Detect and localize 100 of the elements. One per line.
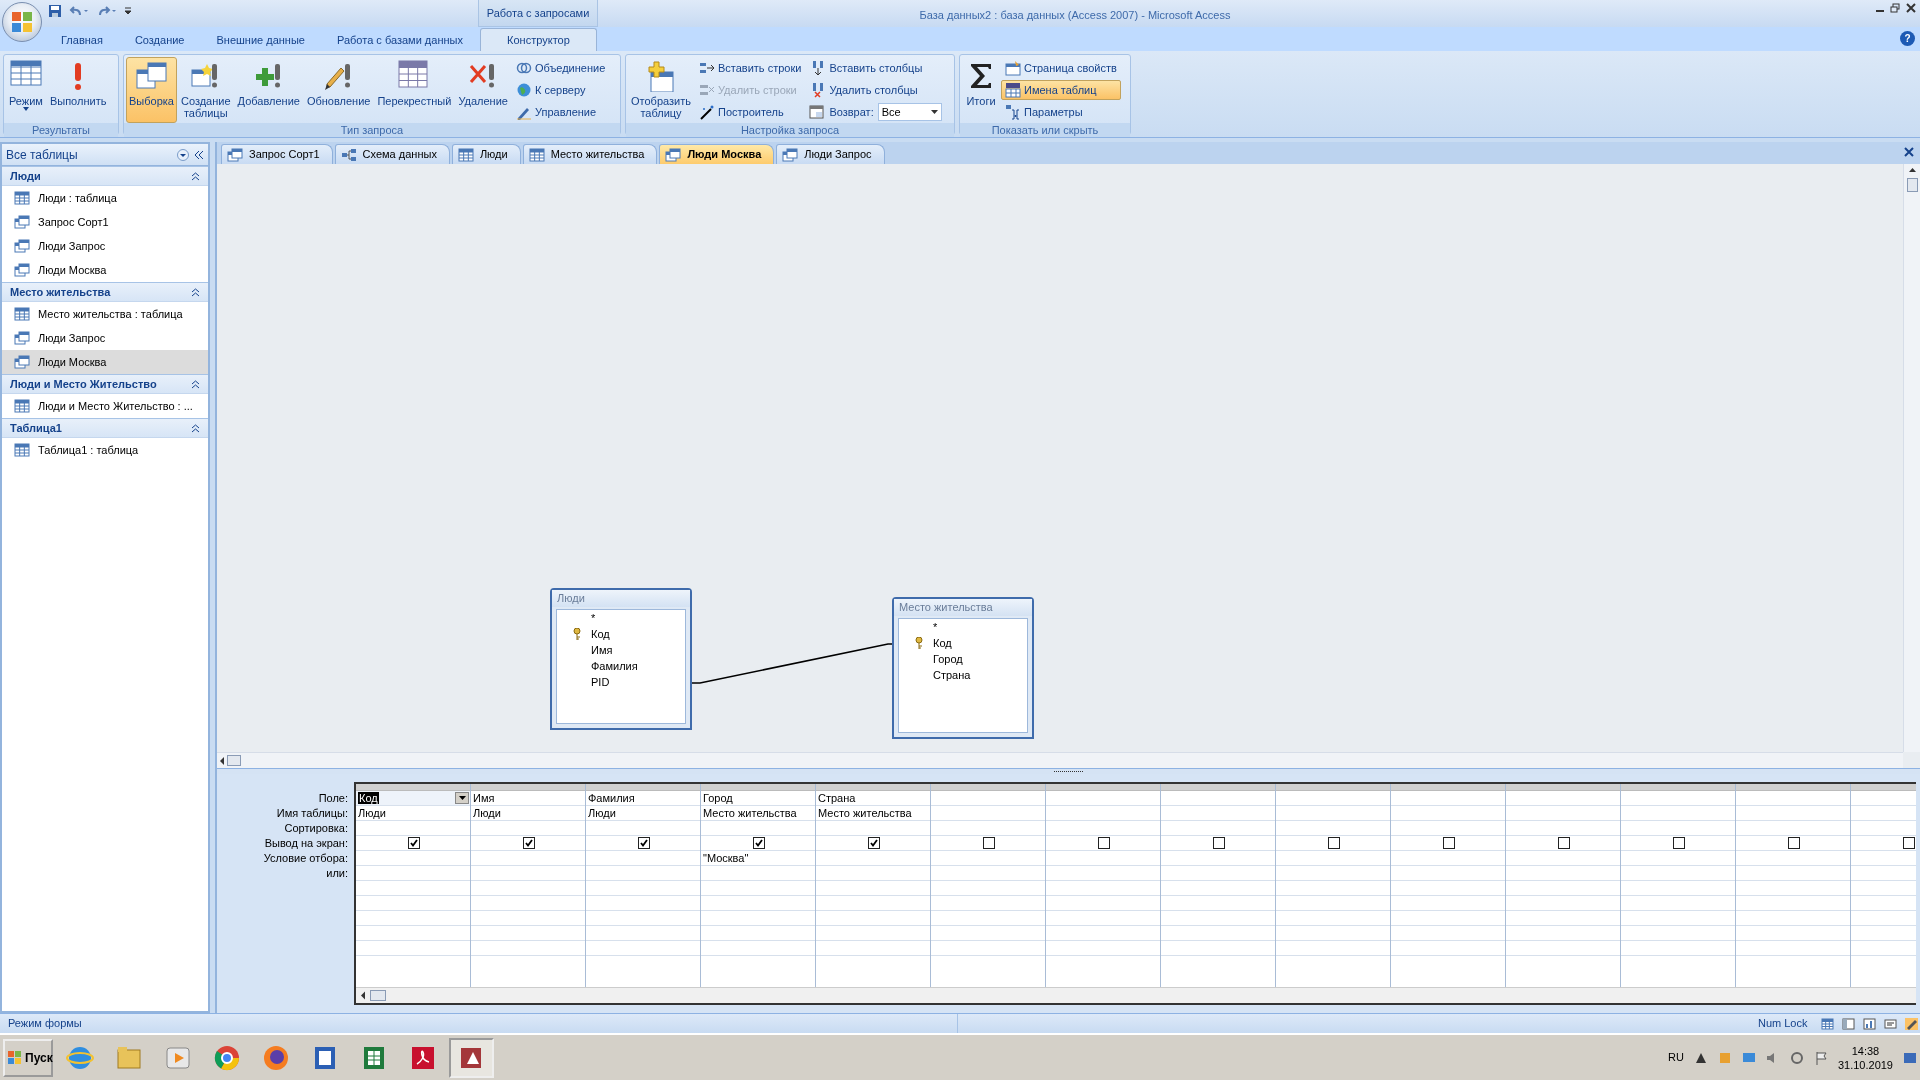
ribbon-button[interactable]: Объединение (511, 58, 610, 78)
horizontal-scrollbar[interactable] (217, 752, 1903, 768)
checkbox[interactable] (1213, 837, 1225, 849)
column-selector[interactable] (1736, 784, 1850, 791)
ribbon-button[interactable]: Построитель (694, 102, 806, 122)
checkbox[interactable] (638, 837, 650, 849)
grid-cell: Место жительства (816, 806, 930, 821)
column-selector[interactable] (356, 784, 470, 791)
vertical-scrollbar[interactable] (1903, 164, 1920, 752)
ribbon-button[interactable]: Создание таблицы (177, 57, 234, 123)
ribbon-button[interactable]: Имена таблиц (1001, 80, 1121, 100)
ribbon-button[interactable]: Вставить строки (694, 58, 806, 78)
checkbox[interactable] (868, 837, 880, 849)
checkbox[interactable] (1328, 837, 1340, 849)
field-name[interactable]: * (591, 609, 596, 627)
group-header[interactable]: Место жительства (2, 282, 208, 302)
collapse-icon (191, 379, 200, 389)
checkbox[interactable] (983, 837, 995, 849)
field-cell[interactable]: Имя (471, 791, 585, 806)
checkbox[interactable] (753, 837, 765, 849)
scroll-thumb (370, 990, 386, 1001)
document-tab[interactable]: Люди Москва (659, 144, 775, 164)
horizontal-scrollbar[interactable] (356, 987, 1916, 1003)
close-icon (1904, 147, 1914, 157)
field-name[interactable]: * (933, 618, 938, 636)
checkbox[interactable] (1443, 837, 1455, 849)
column-selector[interactable] (701, 784, 815, 791)
table-icon (14, 307, 30, 321)
group-label: Результаты (4, 123, 118, 137)
ribbon-tab[interactable]: Создание (119, 27, 200, 51)
ribbon-tab[interactable]: Работа с базами данных (321, 27, 478, 51)
return-dropdown[interactable]: Все (877, 103, 942, 121)
collapse-icon (194, 149, 204, 160)
field-cell[interactable]: Фамилия (586, 791, 700, 806)
document-tab[interactable]: Люди Запрос (776, 144, 885, 164)
left-arrow-icon (360, 991, 366, 1000)
field-name[interactable]: Фамилия (591, 657, 638, 675)
document-tab[interactable]: Место жительства (522, 144, 658, 164)
column-selector[interactable] (1506, 784, 1620, 791)
field-name[interactable]: Имя (591, 641, 613, 659)
row-label: Поле: (317, 791, 349, 806)
taskbar-button[interactable] (449, 1037, 494, 1078)
field-name[interactable]: PID (591, 673, 610, 691)
document-tab[interactable]: Запрос Сорт1 (221, 144, 333, 164)
column-selector[interactable] (1621, 784, 1735, 791)
column-selector[interactable] (586, 784, 700, 791)
checkbox[interactable] (523, 837, 535, 849)
ribbon-button[interactable]: Удаление (455, 57, 511, 123)
ribbon-button[interactable]: Перекрестный (374, 57, 455, 123)
checkbox[interactable] (1903, 837, 1915, 849)
ribbon-tab[interactable]: Внешние данные (201, 27, 320, 51)
ribbon-button[interactable]: Вставить столбцы (806, 58, 945, 78)
field-name[interactable]: Город (933, 650, 963, 668)
ribbon-tab[interactable]: Главная (46, 27, 118, 51)
column-selector[interactable] (816, 784, 930, 791)
checkbox[interactable] (1558, 837, 1570, 849)
field-name[interactable]: Код (933, 634, 952, 652)
document-tab[interactable]: Схема данных (334, 144, 450, 164)
field-name[interactable]: Код (591, 625, 610, 643)
group-header[interactable]: Люди (2, 166, 208, 186)
checkbox[interactable] (1788, 837, 1800, 849)
office-button[interactable] (2, 2, 42, 42)
column-selector[interactable] (931, 784, 1045, 791)
ribbon-button[interactable]: Управление (511, 102, 610, 122)
ribbon-button[interactable]: Итоги (962, 57, 1000, 123)
field-cell[interactable]: Страна (816, 791, 930, 806)
ribbon-button[interactable]: Режим (6, 57, 46, 123)
column-selector[interactable] (1391, 784, 1505, 791)
checkbox[interactable] (1673, 837, 1685, 849)
column-selector[interactable] (1161, 784, 1275, 791)
column-selector[interactable] (471, 784, 585, 791)
checkbox[interactable] (408, 837, 420, 849)
clock-time: 14:38 (1850, 1043, 1881, 1058)
checkbox[interactable] (1098, 837, 1110, 849)
group-header[interactable]: Таблица1 (2, 418, 208, 438)
ribbon-button[interactable]: Выполнить (46, 57, 110, 123)
field-cell[interactable]: Код (356, 791, 470, 806)
document-tab[interactable]: Люди (451, 144, 521, 164)
column-selector[interactable] (1276, 784, 1390, 791)
query-icon (782, 147, 799, 162)
ribbon-button[interactable]: Параметры (1001, 102, 1121, 122)
language-indicator[interactable]: RU (1668, 1049, 1684, 1066)
ribbon-button[interactable]: Отобразить таблицу (628, 57, 694, 123)
ribbon-button[interactable]: Выборка (126, 57, 177, 123)
ribbon-button[interactable]: Обновление (303, 57, 374, 123)
ribbon-button[interactable]: Страница свойств (1001, 58, 1121, 78)
start-button[interactable]: Пуск (3, 1038, 53, 1077)
field-cell[interactable]: Город (701, 791, 815, 806)
group-header[interactable]: Люди и Место Жительство (2, 374, 208, 394)
column-selector[interactable] (1046, 784, 1160, 791)
field-name[interactable]: Страна (933, 666, 971, 684)
ribbon-button[interactable]: Удалить столбцы (806, 80, 945, 100)
ribbon-button[interactable]: К серверу (511, 80, 610, 100)
help-button[interactable]: ? (1900, 31, 1915, 46)
nav-item[interactable]: Люди Москва (2, 350, 208, 374)
scroll-thumb (227, 755, 241, 766)
ribbon-button[interactable]: Добавление (234, 57, 303, 123)
row-label: Вывод на экран: (263, 836, 349, 851)
ribbon-tab[interactable]: Конструктор (479, 27, 597, 51)
row-label: или: (325, 866, 349, 881)
